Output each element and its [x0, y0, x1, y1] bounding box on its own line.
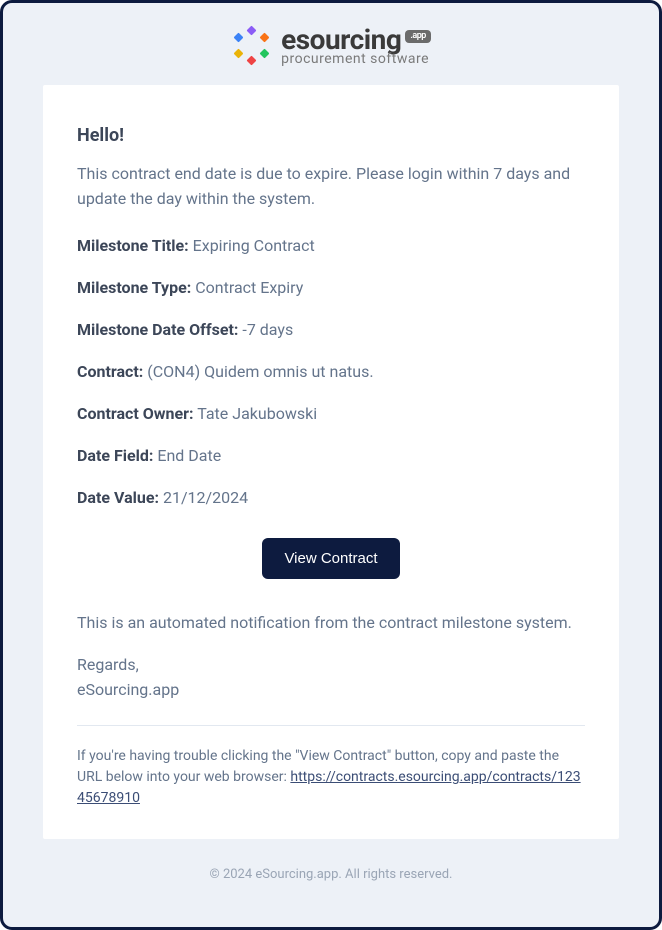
view-contract-button[interactable]: View Contract: [262, 538, 399, 579]
logo-icon: [231, 25, 273, 67]
field-label: Date Value:: [77, 488, 159, 507]
field-label: Contract Owner:: [77, 404, 194, 423]
signoff-regards: Regards,: [77, 653, 585, 678]
field-contract: Contract: (CON4) Quidem omnis ut natus.: [77, 360, 585, 384]
field-value: End Date: [157, 446, 221, 465]
field-value: Expiring Contract: [193, 236, 315, 255]
field-date-field: Date Field: End Date: [77, 444, 585, 468]
field-label: Milestone Title:: [77, 236, 189, 255]
logo-tagline: procurement software: [281, 52, 431, 66]
divider: [77, 725, 585, 726]
field-label: Contract:: [77, 362, 143, 381]
field-date-value: Date Value: 21/12/2024: [77, 486, 585, 510]
field-label: Milestone Date Offset:: [77, 320, 238, 339]
field-contract-owner: Contract Owner: Tate Jakubowski: [77, 402, 585, 426]
field-value: Contract Expiry: [195, 278, 303, 297]
signoff: Regards, eSourcing.app: [77, 653, 585, 703]
logo: esourcing .app procurement software: [231, 25, 431, 67]
field-label: Milestone Type:: [77, 278, 191, 297]
email-frame: esourcing .app procurement software Hell…: [0, 0, 662, 930]
logo-brand: esourcing: [281, 26, 401, 54]
trouble-text: If you're having trouble clicking the "V…: [77, 746, 585, 809]
field-milestone-title: Milestone Title: Expiring Contract: [77, 234, 585, 258]
field-milestone-type: Milestone Type: Contract Expiry: [77, 276, 585, 300]
email-card: Hello! This contract end date is due to …: [43, 85, 619, 839]
field-value: -7 days: [242, 320, 293, 339]
field-value: (CON4) Quidem omnis ut natus.: [147, 362, 373, 381]
field-milestone-offset: Milestone Date Offset: -7 days: [77, 318, 585, 342]
logo-area: esourcing .app procurement software: [3, 3, 659, 85]
field-value: 21/12/2024: [163, 488, 248, 507]
automated-note: This is an automated notification from t…: [77, 611, 585, 636]
button-row: View Contract: [77, 538, 585, 579]
intro-text: This contract end date is due to expire.…: [77, 162, 585, 212]
signoff-sender: eSourcing.app: [77, 678, 585, 703]
logo-text: esourcing .app procurement software: [281, 26, 431, 66]
field-label: Date Field:: [77, 446, 153, 465]
greeting: Hello!: [77, 125, 585, 146]
field-value: Tate Jakubowski: [197, 404, 317, 423]
copyright: © 2024 eSourcing.app. All rights reserve…: [3, 867, 659, 882]
logo-badge: .app: [405, 30, 431, 43]
